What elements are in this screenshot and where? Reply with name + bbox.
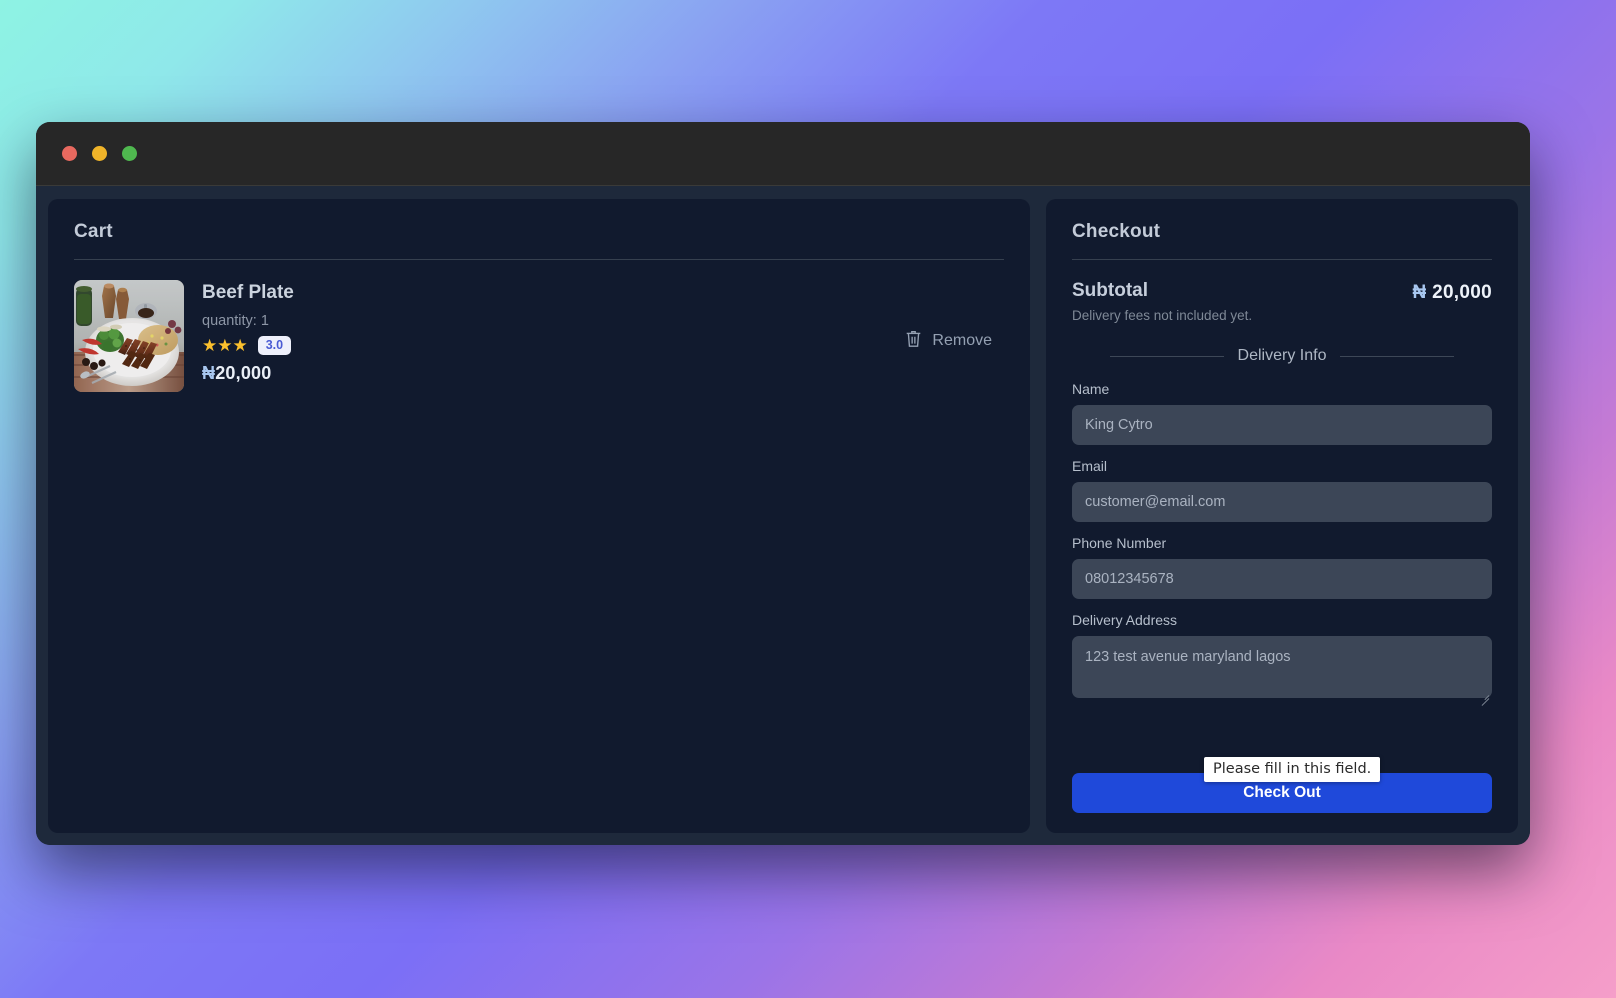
page-viewport: Cart Beef Plate quantity: 1 ★★★ 3.0 ₦20,… xyxy=(36,186,1530,845)
subtotal-note: Delivery fees not included yet. xyxy=(1072,308,1253,323)
desktop-background: Cart Beef Plate quantity: 1 ★★★ 3.0 ₦20,… xyxy=(0,0,1616,998)
checkout-panel: Checkout Subtotal Delivery fees not incl… xyxy=(1046,199,1518,833)
subtotal-naira-symbol: ₦ xyxy=(1412,282,1427,303)
delivery-info-divider: Delivery Info xyxy=(1072,347,1492,365)
delivery-info-label: Delivery Info xyxy=(1237,347,1327,364)
address-field-label: Delivery Address xyxy=(1072,612,1178,628)
subtotal-amount-value: 20,000 xyxy=(1432,282,1492,303)
checkout-title: Checkout xyxy=(1072,221,1161,242)
cart-item-rating: ★★★ 3.0 xyxy=(202,336,883,355)
cart-item-name: Beef Plate xyxy=(202,282,294,303)
email-field-label: Email xyxy=(1072,458,1108,474)
cart-item-quantity: quantity: 1 xyxy=(202,313,269,329)
maximize-window-button[interactable] xyxy=(122,146,137,161)
subtotal-amount: ₦ 20,000 xyxy=(1412,280,1492,304)
window-titlebar xyxy=(36,122,1530,186)
address-textarea-wrap xyxy=(1072,636,1492,706)
email-field-group: Email xyxy=(1072,458,1492,522)
subtotal-row: Subtotal Delivery fees not included yet.… xyxy=(1072,280,1492,323)
remove-item-label: Remove xyxy=(932,332,992,349)
name-field-label: Name xyxy=(1072,381,1110,397)
cart-item-thumbnail xyxy=(74,280,184,392)
checkout-title-divider xyxy=(1072,259,1492,260)
cart-title-divider xyxy=(74,259,1004,260)
email-input[interactable] xyxy=(1072,482,1492,522)
cart-title: Cart xyxy=(74,221,113,242)
phone-field-label: Phone Number xyxy=(1072,535,1167,551)
subtotal-label: Subtotal xyxy=(1072,280,1148,301)
naira-symbol: ₦ xyxy=(202,362,216,383)
checkout-spacer xyxy=(1072,716,1492,761)
browser-window: Cart Beef Plate quantity: 1 ★★★ 3.0 ₦20,… xyxy=(36,122,1530,845)
cart-item-price-value: 20,000 xyxy=(215,362,272,383)
cart-item-price: ₦20,000 xyxy=(202,363,883,384)
star-icon-group: ★★★ xyxy=(202,335,248,355)
validation-tooltip: Please fill in this field. xyxy=(1204,757,1381,782)
phone-field-group: Phone Number xyxy=(1072,535,1492,599)
remove-item-button[interactable]: Remove xyxy=(901,325,996,357)
phone-input[interactable] xyxy=(1072,559,1492,599)
name-field-group: Name xyxy=(1072,381,1492,445)
subtotal-text-group: Subtotal Delivery fees not included yet. xyxy=(1072,280,1252,323)
divider-line-right xyxy=(1340,355,1455,357)
name-input[interactable] xyxy=(1072,405,1492,445)
minimize-window-button[interactable] xyxy=(92,146,107,161)
divider-line-left xyxy=(1110,355,1224,357)
cart-item-row: Beef Plate quantity: 1 ★★★ 3.0 ₦20,000 R… xyxy=(74,280,1004,392)
rating-badge: 3.0 xyxy=(257,336,292,355)
close-window-button[interactable] xyxy=(62,146,77,161)
trash-icon xyxy=(905,329,922,353)
address-field-group: Delivery Address xyxy=(1072,612,1492,706)
address-textarea[interactable] xyxy=(1072,636,1492,698)
cart-item-details: Beef Plate quantity: 1 ★★★ 3.0 ₦20,000 xyxy=(202,280,883,384)
cart-panel: Cart Beef Plate quantity: 1 ★★★ 3.0 ₦20,… xyxy=(48,199,1030,833)
